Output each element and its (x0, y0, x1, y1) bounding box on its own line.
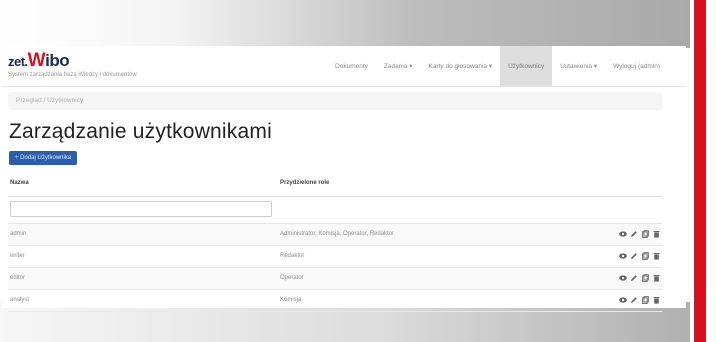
app-screen: zet.Wibo System zarządzania bazą Wiedzy … (2, 46, 686, 312)
pencil-icon[interactable] (630, 251, 638, 260)
user-name-cell: admin (10, 231, 27, 237)
brand-tagline: System zarządzania bazą Wiedzy i dokumen… (8, 72, 137, 78)
table-row: writer Redaktor (8, 246, 662, 268)
brand-logo[interactable]: zet.Wibo (8, 50, 137, 71)
row-actions (619, 273, 660, 282)
pencil-icon[interactable] (630, 229, 638, 238)
pencil-icon[interactable] (630, 295, 638, 304)
copy-icon[interactable] (641, 295, 649, 304)
users-table: Nazwa Przydzielone role admin Administrat… (8, 172, 662, 312)
navbar: zet.Wibo System zarządzania bazą Wiedzy … (2, 46, 686, 87)
row-actions (619, 251, 660, 260)
nav-item-voting-cards[interactable]: Karty do głosowania ▾ (420, 46, 500, 86)
column-header-roles[interactable]: Przydzielone role (280, 180, 329, 186)
eye-icon[interactable] (619, 273, 627, 282)
row-actions (619, 295, 660, 304)
table-row: admin Administrator, Komisja, Operator, R… (8, 224, 662, 246)
table-row: analyst Komisja (8, 290, 662, 312)
breadcrumb[interactable]: Przegląd / Użytkownicy (8, 92, 662, 110)
red-border-bar (694, 0, 706, 342)
brand-initial: W (27, 50, 46, 71)
user-roles-cell: Operator (280, 275, 304, 281)
row-actions (619, 229, 660, 238)
filter-row (8, 197, 662, 224)
eye-icon[interactable] (619, 251, 627, 260)
trash-icon[interactable] (652, 251, 660, 260)
user-roles-cell: Administrator, Komisja, Operator, Redakt… (280, 231, 395, 237)
pencil-icon[interactable] (630, 273, 638, 282)
right-margin (706, 0, 716, 342)
nav-item-tasks[interactable]: Zadania ▾ (376, 46, 421, 86)
user-roles-cell: Redaktor (280, 253, 305, 259)
table-row: editor Operator (8, 268, 662, 290)
nav-item-settings[interactable]: Ustawienia ▾ (552, 46, 605, 86)
brand-rest: ibo (45, 51, 70, 70)
eye-icon[interactable] (619, 229, 627, 238)
brand-prefix: zet. (8, 54, 28, 69)
user-name-cell: writer (10, 253, 25, 259)
photo-top-fade (0, 0, 690, 48)
name-filter-input[interactable] (10, 201, 272, 217)
main-nav: Dokumenty Zadania ▾ Karty do głosowania … (327, 46, 668, 86)
copy-icon[interactable] (641, 229, 649, 238)
column-header-name[interactable]: Nazwa (10, 180, 29, 186)
copy-icon[interactable] (641, 273, 649, 282)
user-name-cell: editor (10, 275, 26, 281)
trash-icon[interactable] (652, 273, 660, 282)
eye-icon[interactable] (619, 295, 627, 304)
page-title: Zarządzanie użytkownikami (9, 120, 272, 143)
nav-item-logout[interactable]: Wyloguj (admin) (605, 46, 668, 86)
table-header: Nazwa Przydzielone role (8, 172, 662, 197)
copy-icon[interactable] (641, 251, 649, 260)
add-user-button[interactable]: + Dodaj Użytkownika (9, 151, 78, 165)
nav-item-documents[interactable]: Dokumenty (327, 46, 376, 86)
user-roles-cell: Komisja (280, 297, 302, 303)
trash-icon[interactable] (652, 295, 660, 304)
brand[interactable]: zet.Wibo System zarządzania bazą Wiedzy … (8, 50, 137, 78)
user-name-cell: analyst (10, 297, 30, 303)
table-body: admin Administrator, Komisja, Operator, R… (8, 224, 662, 312)
nav-item-users[interactable]: Użytkownicy (500, 46, 553, 86)
trash-icon[interactable] (652, 229, 660, 238)
